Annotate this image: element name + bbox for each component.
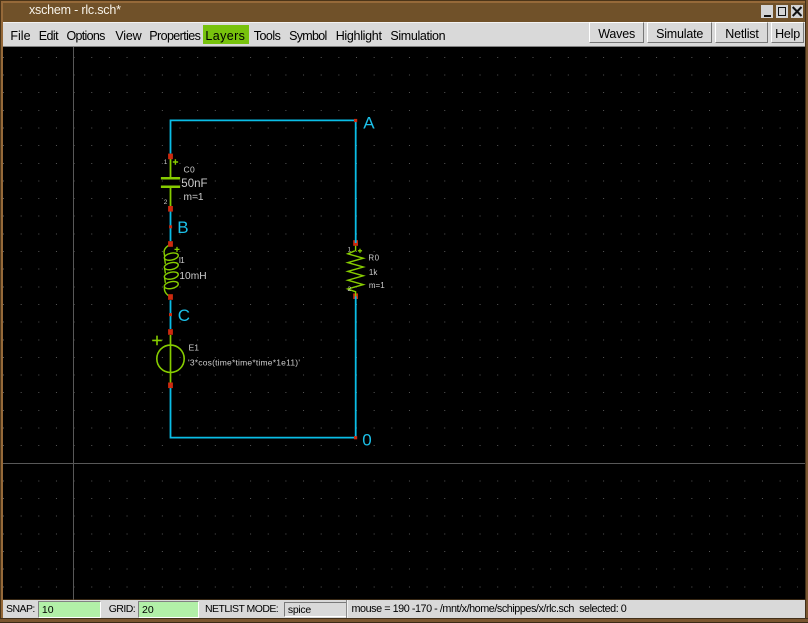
svg-text:1: 1 bbox=[348, 247, 352, 254]
svg-text:2: 2 bbox=[348, 286, 352, 293]
svg-text:A: A bbox=[363, 113, 375, 132]
svg-text:C: C bbox=[178, 306, 190, 325]
svg-text:R0: R0 bbox=[368, 254, 379, 263]
svg-text:C0: C0 bbox=[184, 165, 195, 175]
svg-text:1k: 1k bbox=[369, 268, 378, 277]
svg-text:m=1: m=1 bbox=[184, 192, 204, 203]
svg-text:2: 2 bbox=[164, 199, 168, 206]
svg-text:10mH: 10mH bbox=[179, 271, 206, 282]
svg-text:B: B bbox=[177, 218, 188, 237]
svg-text:'3*cos(time*time*time*1e11)': '3*cos(time*time*time*1e11)' bbox=[188, 358, 300, 368]
svg-text:1: 1 bbox=[164, 159, 168, 166]
svg-text:m=1: m=1 bbox=[369, 281, 385, 290]
svg-text:E1: E1 bbox=[189, 343, 200, 353]
svg-text:50nF: 50nF bbox=[181, 178, 207, 190]
svg-text:0: 0 bbox=[362, 430, 371, 449]
